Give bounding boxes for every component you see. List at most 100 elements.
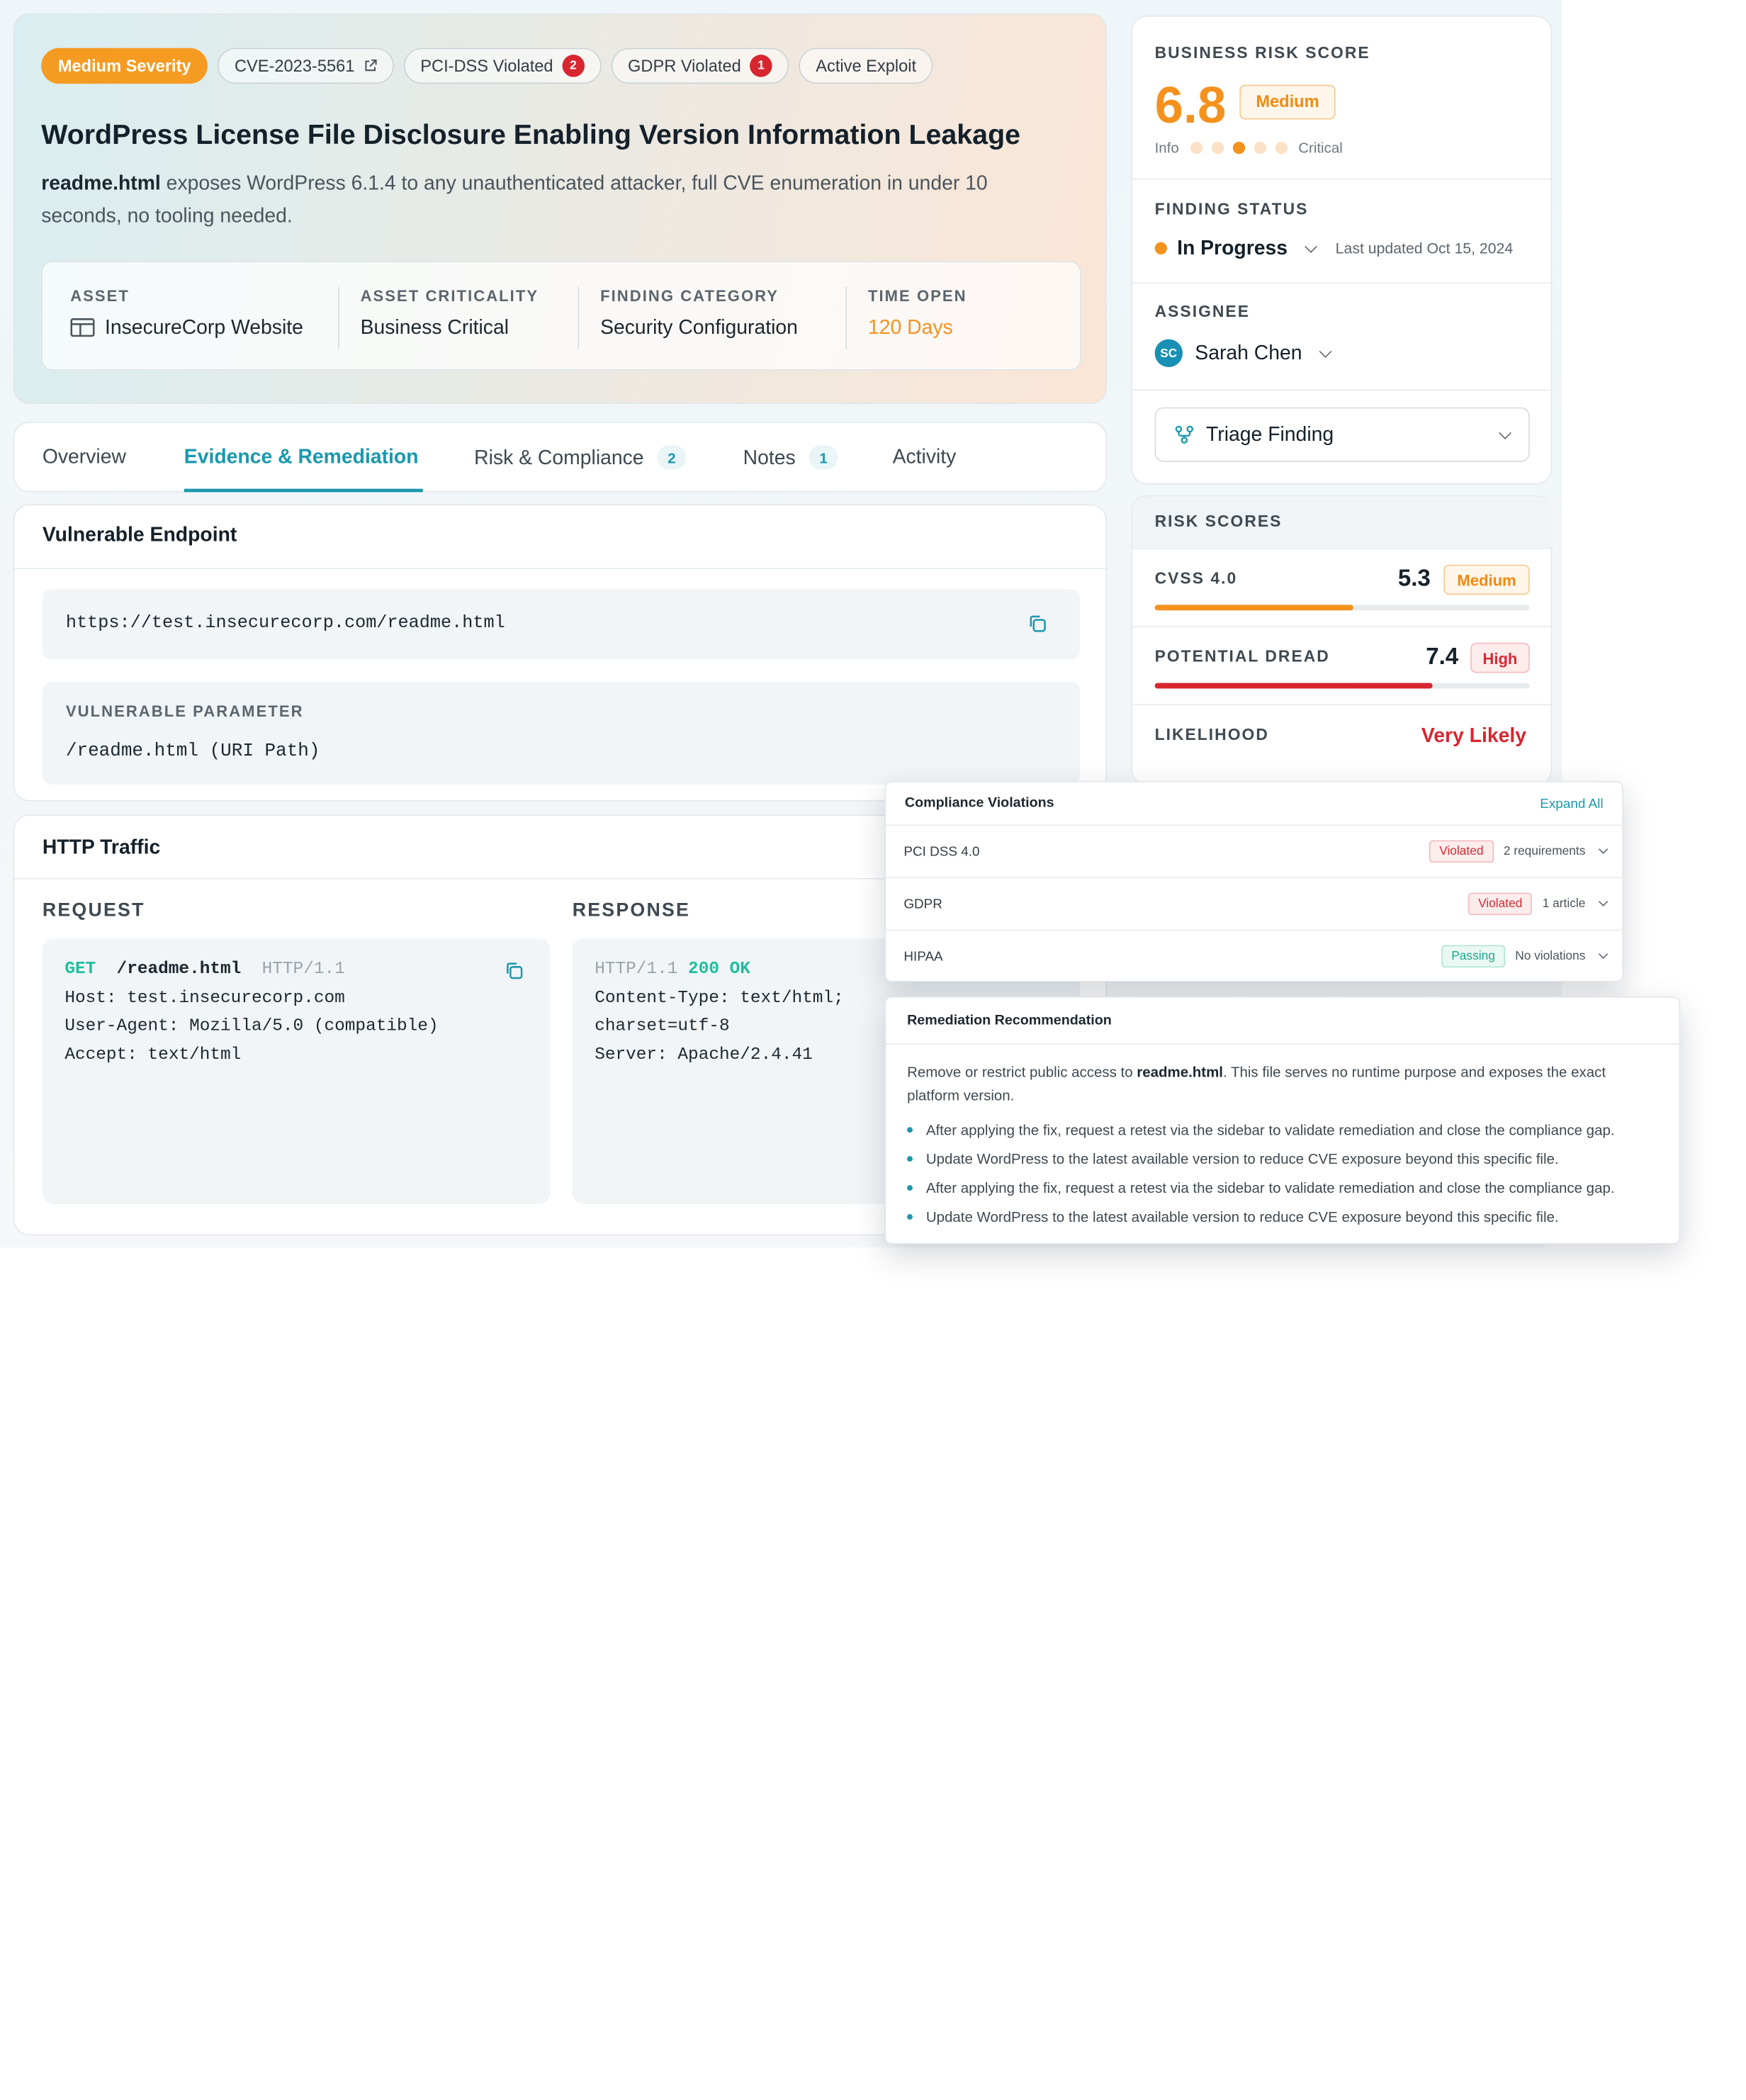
chevron-down-icon — [1499, 426, 1511, 439]
bullet-icon — [907, 1127, 913, 1133]
compliance-row-gdpr[interactable]: GDPR Violated 1 article — [886, 877, 1625, 930]
response-label: RESPONSE — [572, 899, 691, 921]
cvss-label: CVSS 4.0 — [1154, 570, 1238, 588]
external-link-icon — [365, 59, 377, 72]
tab-risk-compliance[interactable]: Risk & Compliance 2 — [474, 445, 687, 470]
tab-count-badge: 2 — [657, 445, 687, 470]
avatar: SC — [1154, 339, 1183, 368]
remediation-bullet: Update WordPress to the latest available… — [907, 1150, 1559, 1167]
remediation-bullet: Update WordPress to the latest available… — [907, 1208, 1559, 1225]
bullet-icon — [907, 1185, 913, 1191]
bullet-icon — [907, 1214, 913, 1220]
workflow-icon — [1175, 425, 1194, 444]
remediation-popup: Remediation Recommendation Remove or res… — [884, 996, 1682, 1245]
chevron-down-icon — [1319, 344, 1332, 358]
parameter-value: /readme.html (URI Path) — [65, 739, 320, 761]
finding-title: WordPress License File Disclosure Enabli… — [41, 119, 1021, 151]
violated-badge: Violated — [1429, 840, 1494, 863]
assignee-dropdown[interactable]: SC Sarah Chen — [1154, 339, 1332, 368]
parameter-label: VULNERABLE PARAMETER — [65, 702, 304, 720]
popup-title: Compliance Violations — [904, 794, 1054, 811]
risk-scores-panel: RISK SCORES CVSS 4.0 5.3 Medium POTENTIA… — [1131, 495, 1553, 786]
tab-bar: Overview Evidence & Remediation Risk & C… — [13, 422, 1107, 493]
remediation-bullet: After applying the fix, request a retest… — [907, 1121, 1615, 1138]
copy-icon[interactable] — [505, 961, 524, 981]
compliance-row-pci[interactable]: PCI DSS 4.0 Violated 2 requirements — [886, 824, 1625, 877]
tab-notes[interactable]: Notes 1 — [743, 445, 838, 470]
severity-scale: Info Critical — [1154, 139, 1343, 157]
tab-evidence-remediation[interactable]: Evidence & Remediation — [184, 445, 419, 468]
dread-bar — [1154, 683, 1530, 689]
cvss-bar-fill — [1154, 605, 1353, 611]
expand-all-link[interactable]: Expand All — [1540, 796, 1603, 812]
pci-count-badge: 2 — [562, 55, 585, 77]
gdpr-tag[interactable]: GDPR Violated 1 — [611, 47, 789, 84]
severity-dot — [1232, 141, 1245, 155]
chevron-down-icon — [1598, 897, 1609, 906]
request-content: GET /readme.html HTTP/1.1 Host: test.ins… — [64, 958, 439, 1065]
chevron-down-icon — [1305, 240, 1318, 253]
compliance-row-hipaa[interactable]: HIPAA Passing No violations — [886, 929, 1625, 982]
severity-dot — [1211, 141, 1224, 155]
risk-score-label: BUSINESS RISK SCORE — [1154, 44, 1370, 63]
vulnerable-endpoint-card: Vulnerable Endpoint https://test.insecur… — [13, 504, 1108, 802]
divider — [338, 286, 339, 349]
meta-category: FINDING CATEGORY Security Configuration — [600, 286, 798, 339]
endpoint-url-box: https://test.insecurecorp.com/readme.htm… — [42, 589, 1081, 660]
divider — [578, 286, 580, 349]
severity-dot — [1275, 141, 1288, 155]
dread-label: POTENTIAL DREAD — [1154, 648, 1330, 666]
cve-link[interactable]: CVE-2023-5561 — [218, 47, 394, 84]
website-icon — [70, 318, 95, 337]
severity-dot — [1190, 141, 1203, 155]
meta-time-open: TIME OPEN 120 Days — [867, 286, 967, 339]
divider — [1132, 626, 1553, 627]
violated-badge: Violated — [1468, 892, 1533, 916]
pci-tag[interactable]: PCI-DSS Violated 2 — [403, 47, 602, 84]
stage: Medium Severity CVE-2023-5561 PCI-DSS Vi… — [0, 0, 1746, 2100]
cvss-badge: Medium — [1443, 564, 1530, 595]
remediation-text: Remove or restrict public access to read… — [907, 1063, 1606, 1104]
likelihood-label: LIKELIHOOD — [1154, 726, 1269, 745]
passing-badge: Passing — [1441, 945, 1506, 968]
severity-dot — [1254, 141, 1266, 155]
divider — [845, 286, 847, 349]
finding-summary-panel: BUSINESS RISK SCORE 6.8 Medium Info Crit… — [1131, 16, 1553, 485]
severity-tag: Medium Severity — [41, 47, 208, 84]
risk-score-value: 6.8 — [1154, 76, 1227, 134]
tab-overview[interactable]: Overview — [43, 445, 126, 468]
triage-finding-select[interactable]: Triage Finding — [1154, 407, 1530, 462]
section-title: HTTP Traffic — [42, 836, 161, 858]
cvss-value: 5.3 — [1397, 566, 1431, 592]
divider — [886, 1043, 1682, 1045]
exploit-tag: Active Exploit — [799, 47, 933, 84]
risk-level-badge: Medium — [1239, 84, 1336, 120]
bullet-icon — [907, 1156, 913, 1162]
likelihood-value: Very Likely — [1421, 724, 1527, 747]
status-dropdown[interactable]: In Progress — [1154, 237, 1318, 260]
finding-description: readme.html exposes WordPress 6.1.4 to a… — [41, 172, 988, 227]
active-tab-indicator — [184, 488, 423, 493]
divider — [1132, 548, 1553, 549]
divider — [1132, 704, 1553, 706]
risk-scores-title: RISK SCORES — [1154, 513, 1283, 532]
chevron-down-icon — [1598, 844, 1609, 854]
finding-header: Medium Severity CVE-2023-5561 PCI-DSS Vi… — [13, 13, 1107, 404]
parameter-box: VULNERABLE PARAMETER /readme.html (URI P… — [42, 682, 1081, 785]
tag-row: Medium Severity CVE-2023-5561 PCI-DSS Vi… — [41, 47, 933, 84]
dread-badge: High — [1470, 642, 1530, 673]
meta-criticality: ASSET CRITICALITY Business Critical — [360, 286, 539, 339]
severity-scale-dots — [1190, 141, 1288, 155]
copy-icon[interactable] — [1027, 614, 1047, 634]
tab-activity[interactable]: Activity — [893, 445, 957, 468]
assignee-label: ASSIGNEE — [1154, 303, 1250, 322]
cvss-bar — [1154, 605, 1530, 611]
status-dot-icon — [1154, 242, 1167, 254]
divider — [1132, 389, 1553, 391]
gdpr-count-badge: 1 — [750, 55, 772, 77]
endpoint-url: https://test.insecurecorp.com/readme.htm… — [65, 612, 505, 633]
divider — [1132, 178, 1553, 180]
last-updated-text: Last updated Oct 15, 2024 — [1335, 240, 1514, 257]
response-content: HTTP/1.1 200 OK Content-Type: text/html;… — [595, 958, 844, 1065]
dread-bar-fill — [1154, 683, 1433, 689]
